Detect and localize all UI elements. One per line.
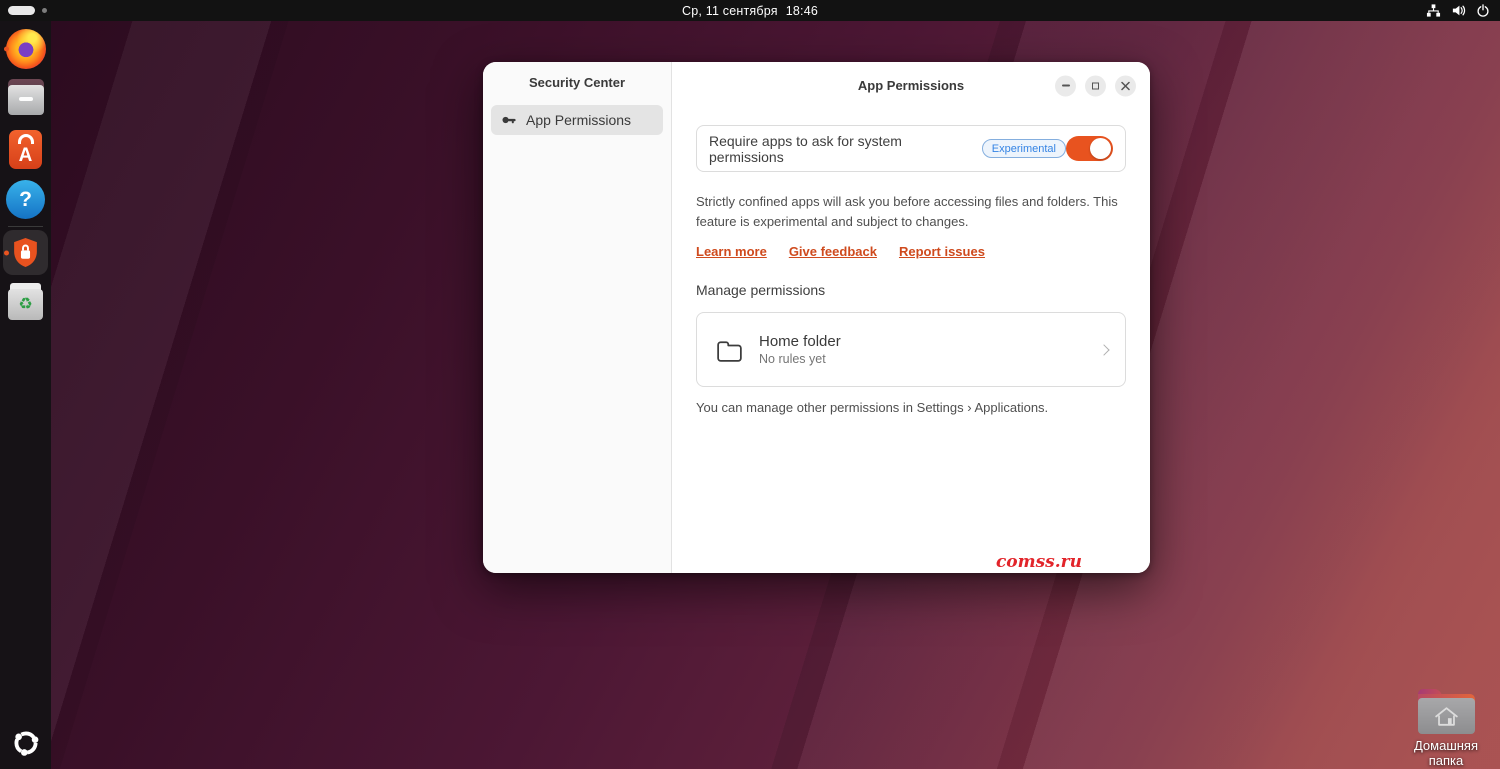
dock-separator — [8, 226, 43, 227]
clock[interactable]: Ср, 11 сентября 18:46 — [0, 4, 1500, 18]
dock: A ? ♻ — [0, 21, 51, 769]
feature-description: Strictly confined apps will ask you befo… — [696, 194, 1118, 229]
chevron-right-icon — [1098, 343, 1110, 356]
clock-date: Ср, 11 сентября — [682, 3, 778, 18]
sidebar-title: Security Center — [528, 75, 626, 90]
home-folder-subtitle: No rules yet — [759, 352, 826, 366]
ubuntu-logo-icon — [7, 724, 45, 762]
power-icon — [1476, 3, 1490, 18]
watermark: comss.ru — [995, 552, 1082, 572]
manage-permissions-label: Manage permissions — [696, 282, 826, 298]
running-indicator — [4, 46, 9, 52]
minimize-icon — [1061, 84, 1070, 87]
experimental-badge: Experimental — [981, 139, 1066, 158]
settings-note: You can manage other permissions in Sett… — [696, 400, 1049, 415]
toggle-label: Require apps to ask for system permissio… — [709, 132, 902, 165]
house-icon — [1434, 706, 1458, 726]
clock-time: 18:46 — [785, 3, 818, 18]
toggle-knob — [1090, 138, 1111, 159]
dock-item-app-center[interactable]: A — [0, 130, 51, 169]
sidebar-header: Security Center — [483, 62, 671, 103]
window-controls — [1055, 75, 1136, 96]
security-center-icon — [3, 230, 48, 275]
links-row: Learn more Give feedback Report issues — [696, 244, 1126, 259]
dock-item-help[interactable]: ? — [0, 180, 51, 219]
folder-icon — [714, 336, 745, 363]
window-header[interactable]: App Permissions — [672, 62, 1150, 109]
window-title: App Permissions — [857, 78, 965, 93]
home-folder-title: Home folder — [759, 333, 841, 350]
top-bar: Ср, 11 сентября 18:46 — [0, 0, 1500, 21]
require-permissions-toggle[interactable] — [1066, 136, 1113, 161]
home-folder-shortcut[interactable]: Домашняя папка — [1395, 689, 1497, 768]
dock-item-files[interactable] — [0, 79, 51, 115]
minimize-button[interactable] — [1055, 75, 1076, 96]
dock-item-show-apps[interactable] — [0, 724, 51, 762]
system-status-area[interactable] — [1426, 0, 1490, 21]
dock-item-security-center[interactable] — [0, 230, 51, 275]
require-permissions-row: Require apps to ask for system permissio… — [696, 125, 1126, 172]
network-icon — [1426, 3, 1441, 18]
dock-item-trash[interactable]: ♻ — [0, 283, 51, 320]
close-icon — [1121, 81, 1130, 90]
firefox-icon — [5, 29, 46, 69]
close-button[interactable] — [1115, 75, 1136, 96]
volume-icon — [1451, 3, 1466, 18]
home-folder-texts: Home folder No rules yet — [759, 333, 841, 366]
sidebar: Security Center App Permissions — [483, 62, 672, 573]
home-folder-card[interactable]: Home folder No rules yet — [696, 312, 1126, 387]
dock-item-firefox[interactable] — [0, 29, 51, 69]
home-folder-label: Домашняя папка — [1413, 738, 1479, 768]
sidebar-item-app-permissions[interactable]: App Permissions — [491, 105, 663, 135]
content-area: Require apps to ask for system permissio… — [672, 109, 1150, 573]
security-center-window: Security Center App Permissions App Perm… — [483, 62, 1150, 573]
help-icon: ? — [6, 180, 45, 219]
running-indicator — [4, 250, 9, 255]
sidebar-item-label: App Permissions — [526, 112, 632, 128]
report-issues-link[interactable]: Report issues — [899, 244, 985, 259]
files-icon — [7, 79, 44, 115]
maximize-icon — [1092, 82, 1099, 89]
home-folder-desktop-icon — [1417, 689, 1475, 734]
main-pane: App Permissions Require apps to ask for … — [672, 62, 1150, 573]
learn-more-link[interactable]: Learn more — [696, 244, 767, 259]
app-center-icon: A — [9, 130, 42, 169]
trash-icon: ♻ — [8, 283, 43, 320]
maximize-button[interactable] — [1085, 75, 1106, 96]
give-feedback-link[interactable]: Give feedback — [789, 244, 877, 259]
key-icon — [501, 112, 517, 128]
